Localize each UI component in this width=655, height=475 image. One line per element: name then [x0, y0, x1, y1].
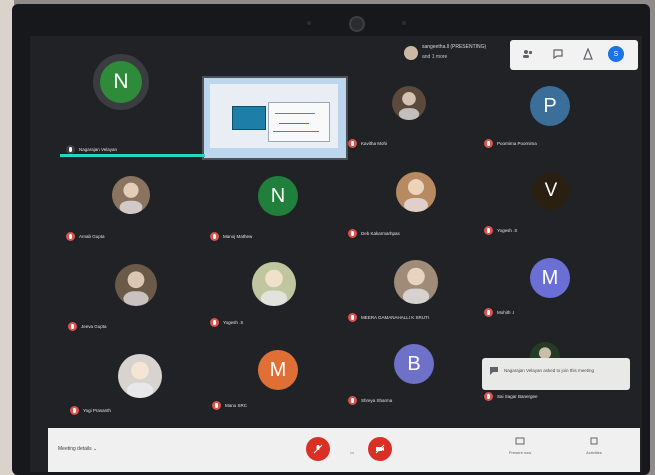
participant-avatar: M: [258, 350, 298, 390]
activities-label: Activities: [586, 450, 602, 455]
mic-muted-icon: [484, 226, 493, 235]
participant-name-label: Jeeva Gupta: [81, 324, 107, 329]
mic-muted-icon: [66, 145, 75, 154]
mic-muted-icon: [210, 318, 219, 327]
mic-off-button[interactable]: [306, 437, 330, 461]
self-avatar[interactable]: S: [608, 46, 624, 62]
participant-name-label: Shreya Sharma: [361, 398, 393, 403]
mic-muted-icon: [212, 401, 221, 410]
participant-name-label: Arnab Gupta: [79, 234, 105, 239]
meet-window: sangeetha.ll (PRESENTING) and 1 more S N…: [30, 36, 642, 472]
mic-muted-icon: [66, 232, 75, 241]
wiring-diagram: [268, 102, 330, 142]
sensor-dot: [307, 21, 311, 25]
participant-avatar: [118, 354, 162, 398]
participant-name-label: Kavitha Mohi: [361, 141, 388, 146]
participant-avatar: V: [532, 172, 570, 210]
present-now-label: Present now: [508, 450, 532, 455]
participant-name: MEERA GAMANAHALLI K SRUTI: [348, 313, 429, 322]
presenter-chip[interactable]: sangeetha.ll (PRESENTING) and 1 more: [404, 42, 514, 68]
present-icon: [515, 437, 525, 445]
meeting-details-button[interactable]: Meeting details ⌄: [58, 446, 97, 452]
participant-avatar: [392, 86, 426, 120]
mic-muted-icon: [348, 396, 357, 405]
circuit-board-image: [232, 106, 266, 130]
participant-avatar: N: [100, 61, 142, 103]
present-now-button[interactable]: Present now: [494, 436, 546, 466]
camera-off-button[interactable]: [368, 437, 392, 461]
participant-avatar: P: [530, 86, 570, 126]
chat-icon[interactable]: [550, 46, 566, 62]
participant-name: Jeeva Gupta: [68, 322, 107, 331]
participant-name-label: Mohith .I: [497, 310, 515, 315]
participant-name: Sai Sagar Banergee: [484, 392, 538, 401]
participant-name-label: Sai Sagar Banergee: [497, 394, 538, 399]
toast-text: Nagarajan Velayan asked to join this mee…: [504, 368, 595, 373]
participant-avatar: [112, 176, 150, 214]
participant-avatar: [394, 260, 438, 304]
participant-name: Kavitha Mohi: [348, 139, 387, 148]
participant-avatar: B: [394, 344, 434, 384]
participant-name-label: Manoj Mathew: [223, 234, 253, 239]
activities-icon: [590, 437, 598, 445]
mic-muted-icon: [68, 322, 77, 331]
participant-name-label: Yogesh .S: [497, 228, 518, 233]
mic-muted-icon: [484, 139, 493, 148]
participant-name: Arnab Gupta: [66, 232, 105, 241]
participant-avatar: [252, 262, 296, 306]
participant-name-label: Deb Kakarmarhpas: [361, 231, 400, 236]
mic-muted-icon: [348, 313, 357, 322]
activities-button[interactable]: Activities: [568, 436, 620, 466]
mic-muted-icon: [210, 232, 219, 241]
participant-name: Yogi Prasanth: [70, 406, 111, 415]
participant-avatar: [396, 172, 436, 212]
participant-name: Deb Kakarmarhpas: [348, 229, 400, 238]
participant-name-label: Yogi Prasanth: [83, 408, 111, 413]
presenter-subtitle: and 1 more: [422, 54, 448, 60]
participant-name-label: Nagarajan Velayan: [79, 147, 118, 152]
mic-off-icon: [313, 444, 323, 454]
participant-name: Manoj Mathew: [210, 232, 252, 241]
top-icon-bar: S: [510, 40, 638, 70]
activities-icon[interactable]: [580, 46, 596, 62]
mic-muted-icon: [348, 229, 357, 238]
mic-muted-icon: [484, 392, 493, 401]
participant-name: Yogesh .S: [484, 226, 517, 235]
participant-avatar: N: [258, 176, 298, 216]
participant-name-label: Poornima Poornima: [497, 141, 537, 146]
people-icon[interactable]: [520, 46, 536, 62]
participant-name-label: MEERA GAMANAHALLI K SRUTI: [361, 315, 430, 320]
participant-name: Nagarajan Velayan: [66, 145, 117, 154]
bottom-control-bar: Meeting details ⌄ ••• Present now Activi…: [48, 428, 640, 472]
participant-avatar: [115, 264, 157, 306]
sensor-dot: [402, 21, 406, 25]
photo-of-laptop-screen: sangeetha.ll (PRESENTING) and 1 more S N…: [0, 0, 655, 475]
webcam: [349, 16, 365, 32]
participant-name: Shreya Sharma: [348, 396, 392, 405]
participant-name: Manu SRC: [212, 401, 247, 410]
participant-name: Poornima Poornima: [484, 139, 537, 148]
chat-icon: [490, 367, 498, 375]
shared-window: [210, 84, 338, 148]
camera-off-icon: [375, 444, 385, 454]
participant-name: Yogesh .S: [210, 318, 243, 327]
presenter-name: sangeetha.ll (PRESENTING): [422, 44, 487, 50]
participant-name-label: Manu SRC: [225, 403, 248, 408]
presenter-avatar: [404, 46, 418, 60]
participant-name-label: Yogesh .S: [223, 320, 244, 325]
mic-muted-icon: [484, 308, 493, 317]
presentation-thumbnail[interactable]: [202, 76, 348, 160]
speaking-indicator: [60, 154, 205, 157]
mic-muted-icon: [70, 406, 79, 415]
participant-avatar: M: [530, 258, 570, 298]
mic-muted-icon: [348, 139, 357, 148]
participant-name: Mohith .I: [484, 308, 514, 317]
more-indicator: •••: [350, 450, 355, 455]
join-request-toast[interactable]: Nagarajan Velayan asked to join this mee…: [482, 358, 630, 390]
